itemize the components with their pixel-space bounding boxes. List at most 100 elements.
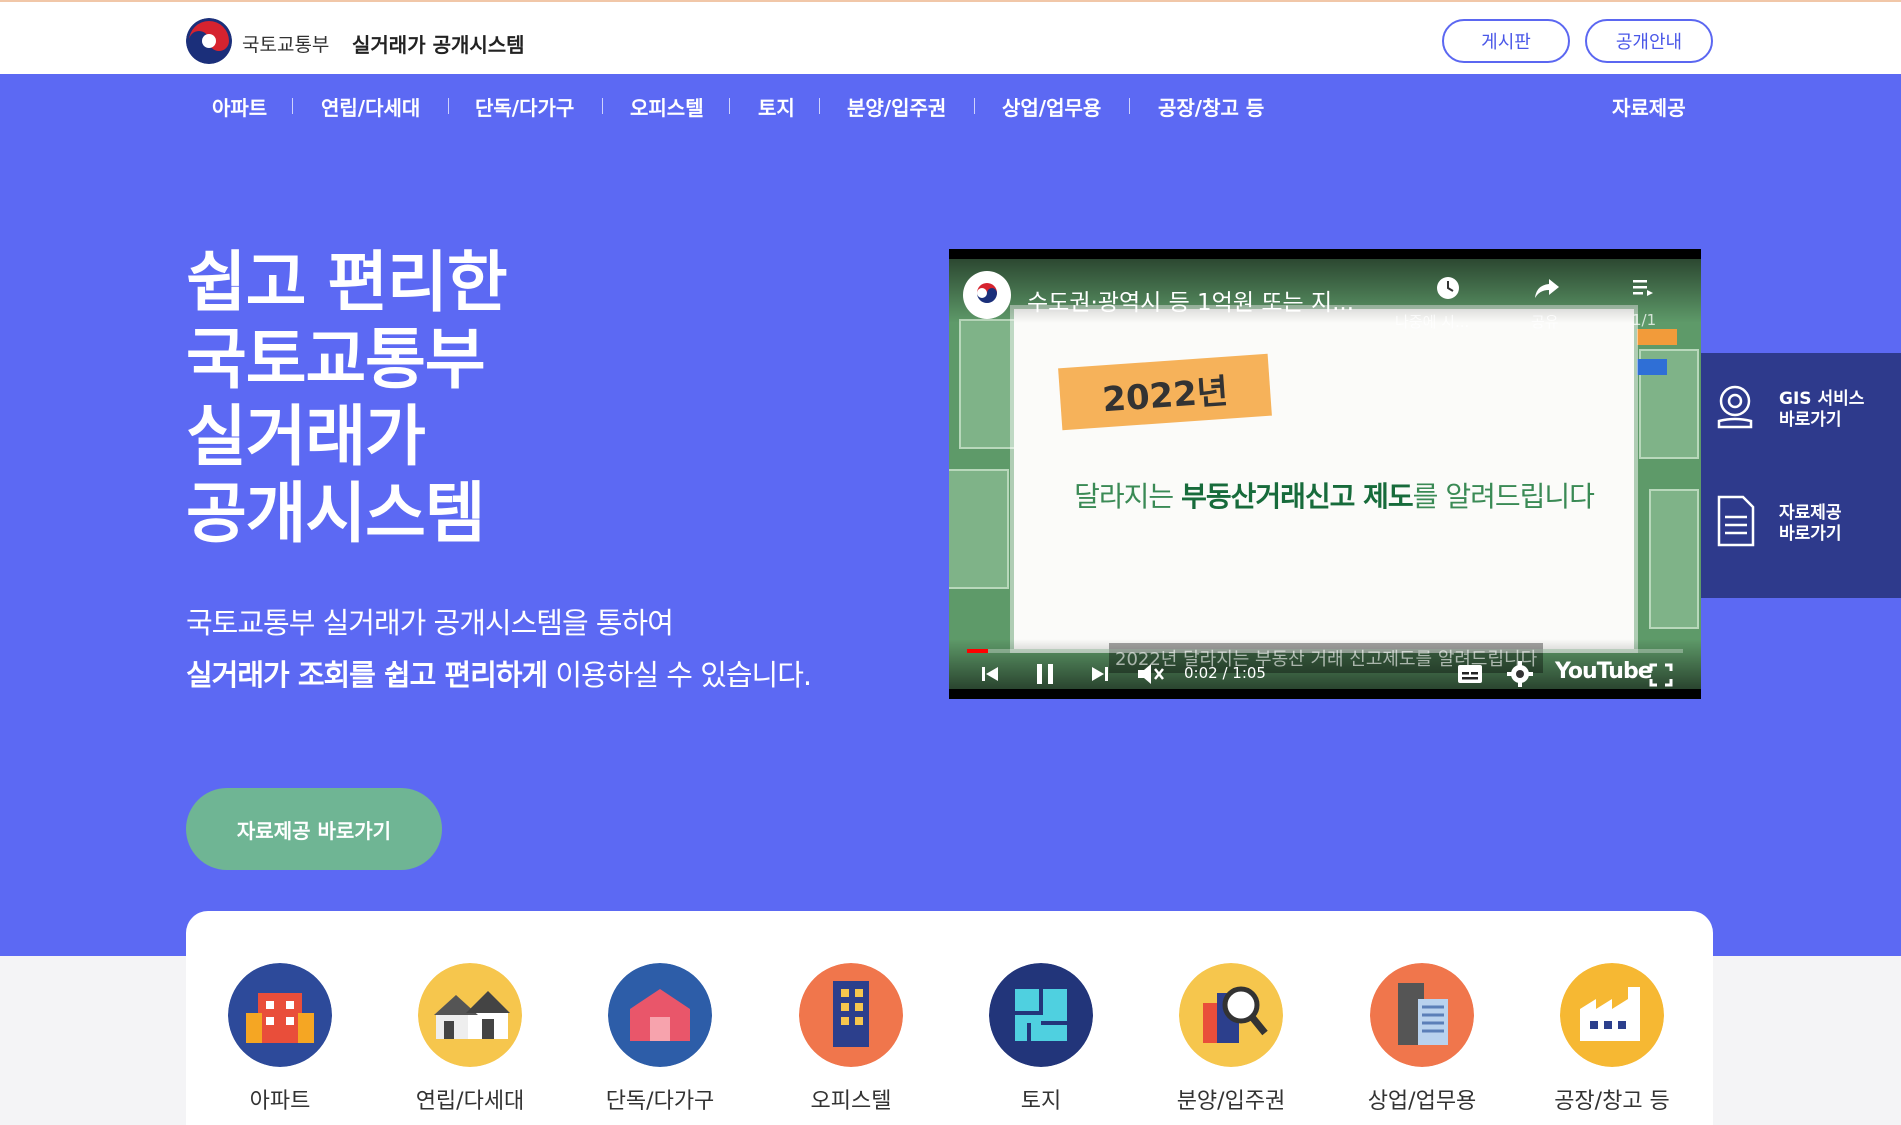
hero-subtitle-2: 실거래가 조회를 쉽고 편리하게 이용하실 수 있습니다.: [186, 652, 812, 694]
nav-separator: [602, 98, 603, 114]
nav-item-officetel[interactable]: 오피스텔: [630, 92, 704, 121]
nav-separator: [292, 98, 293, 114]
category-label: 오피스텔: [810, 1089, 892, 1114]
nav-data-provision[interactable]: 자료제공: [1612, 92, 1686, 121]
settings-gear-icon[interactable]: [1507, 661, 1533, 687]
category-label: 단독/다가구: [605, 1089, 715, 1114]
map-marker: [1637, 359, 1667, 375]
map-marker: [1637, 329, 1677, 345]
map-block: [1649, 489, 1699, 629]
video-slide: 2022년 달라지는 부동산거래신고 제도를 알려드립니다: [1014, 309, 1634, 649]
channel-avatar[interactable]: [963, 271, 1011, 319]
nav-item-apartment[interactable]: 아파트: [212, 92, 267, 121]
video-progress-bar[interactable]: [967, 649, 1683, 653]
nav-item-factory[interactable]: 공장/창고 등: [1158, 92, 1264, 121]
top-accent-line: [0, 0, 1901, 8]
nav-separator: [974, 98, 975, 114]
nav-item-presale[interactable]: 분양/입주권: [847, 92, 946, 121]
channel-logo-icon: [977, 283, 997, 303]
category-officetel[interactable]: 오피스텔: [776, 963, 926, 1115]
category-label: 아파트: [249, 1089, 311, 1114]
hero-title-line: 실거래가: [186, 398, 426, 475]
apartment-icon: [228, 963, 332, 1067]
gis-service-label: GIS 서비스 바로가기: [1779, 389, 1864, 431]
land-map-icon: [989, 963, 1093, 1067]
fullscreen-icon[interactable]: [1649, 663, 1673, 687]
data-provision-link[interactable]: 자료제공 바로가기: [1701, 485, 1901, 585]
nav-item-detached-house[interactable]: 단독/다가구: [475, 92, 574, 121]
detached-house-icon: [608, 963, 712, 1067]
category-label: 분양/입주권: [1176, 1089, 1286, 1114]
next-icon[interactable]: [1089, 663, 1111, 685]
playlist-icon[interactable]: [1631, 277, 1655, 299]
main-nav: 아파트 연립/다세대 단독/다가구 오피스텔 토지 분양/입주권 상업/업무용 …: [0, 74, 1901, 138]
gis-label-line-2: 바로가기: [1779, 410, 1842, 430]
slide-headline: 달라지는 부동산거래신고 제도를 알려드립니다: [1044, 475, 1624, 515]
playlist-count: 1/1: [1632, 311, 1657, 329]
nav-separator: [448, 98, 449, 114]
nav-separator: [1129, 98, 1130, 114]
board-button[interactable]: 게시판: [1442, 19, 1570, 63]
category-label: 공장/창고 등: [1554, 1089, 1670, 1114]
data-label-line-2: 바로가기: [1779, 524, 1842, 544]
youtube-video-player[interactable]: 2022년 달라지는 부동산거래신고 제도를 알려드립니다 수도권·광역시 등 …: [949, 249, 1701, 699]
clock-icon[interactable]: [1435, 275, 1461, 301]
category-row-house[interactable]: 연립/다세대: [395, 963, 545, 1115]
category-factory[interactable]: 공장/창고 등: [1537, 963, 1687, 1115]
ministry-logo[interactable]: [186, 18, 232, 64]
hero-subtitle-1: 국토교통부 실거래가 공개시스템을 통하여: [186, 606, 674, 640]
previous-icon[interactable]: [979, 663, 1001, 685]
slide-text-bold: 부동산거래신고 제도: [1181, 480, 1414, 513]
watch-later-label[interactable]: 나중에 시...: [1395, 311, 1469, 332]
video-time: 0:02 / 1:05: [1184, 664, 1266, 682]
data-provision-cta-button[interactable]: 자료제공 바로가기: [186, 788, 442, 870]
document-icon: [1717, 495, 1755, 547]
presale-search-icon: [1179, 963, 1283, 1067]
slide-text-pre: 달라지는: [1074, 480, 1182, 513]
video-frame[interactable]: 2022년 달라지는 부동산거래신고 제도를 알려드립니다 수도권·광역시 등 …: [949, 259, 1701, 689]
data-provision-label: 자료제공 바로가기: [1779, 503, 1842, 545]
commercial-building-icon: [1370, 963, 1474, 1067]
nav-item-row-house[interactable]: 연립/다세대: [321, 92, 420, 121]
taegeuk-logo-icon: [186, 18, 232, 64]
youtube-brand[interactable]: YouTube: [1555, 659, 1653, 684]
muted-volume-icon[interactable]: [1135, 661, 1165, 687]
hero-title-line: 쉽고 편리한: [186, 244, 508, 321]
disclosure-info-button[interactable]: 공개안내: [1585, 19, 1713, 63]
year-tag: 2022년: [1058, 353, 1272, 431]
nav-item-commercial[interactable]: 상업/업무용: [1002, 92, 1101, 121]
row-house-icon: [418, 963, 522, 1067]
system-name[interactable]: 실거래가 공개시스템: [352, 29, 525, 58]
pause-icon[interactable]: [1033, 661, 1057, 687]
officetel-icon: [799, 963, 903, 1067]
category-presale[interactable]: 분양/입주권: [1156, 963, 1306, 1115]
hero-title: 쉽고 편리한 국토교통부 실거래가 공개시스템: [186, 244, 508, 552]
ministry-name[interactable]: 국토교통부: [242, 30, 329, 57]
map-block: [959, 319, 1019, 449]
hero-subtitle-rest: 이용하실 수 있습니다.: [547, 658, 812, 692]
data-label-line-1: 자료제공: [1779, 503, 1842, 523]
gis-service-link[interactable]: GIS 서비스 바로가기: [1701, 371, 1901, 471]
share-icon[interactable]: [1533, 275, 1561, 301]
slide-text-post: 를 알려드립니다: [1412, 480, 1595, 513]
hero-title-line: 공개시스템: [186, 475, 486, 552]
map-block: [949, 469, 1009, 589]
hero-title-line: 국토교통부: [186, 321, 486, 398]
share-label[interactable]: 공유: [1531, 311, 1559, 332]
category-commercial[interactable]: 상업/업무용: [1347, 963, 1497, 1115]
category-detached-house[interactable]: 단독/다가구: [585, 963, 735, 1115]
category-land[interactable]: 토지: [966, 963, 1116, 1115]
nav-item-land[interactable]: 토지: [758, 92, 795, 121]
captions-icon[interactable]: [1456, 663, 1484, 685]
gis-label-line-1: GIS 서비스: [1779, 389, 1865, 409]
quick-links-panel: GIS 서비스 바로가기 자료제공 바로가기: [1701, 353, 1901, 598]
site-header: 국토교통부 실거래가 공개시스템 게시판 공개안내: [0, 8, 1901, 74]
category-apartment[interactable]: 아파트: [205, 963, 355, 1115]
factory-icon: [1560, 963, 1664, 1067]
video-progress-fill: [967, 649, 989, 653]
category-label: 연립/다세대: [415, 1089, 525, 1114]
category-card: 아파트 연립/다세대 단독/다가구 오피스텔 토지 분양/입주권 상업/업무용 …: [186, 911, 1713, 1125]
map-pin-icon: [1717, 385, 1753, 429]
hero-section: 아파트 연립/다세대 단독/다가구 오피스텔 토지 분양/입주권 상업/업무용 …: [0, 74, 1901, 956]
video-title[interactable]: 수도권·광역시 등 1억원 또는 지...: [1027, 283, 1354, 317]
